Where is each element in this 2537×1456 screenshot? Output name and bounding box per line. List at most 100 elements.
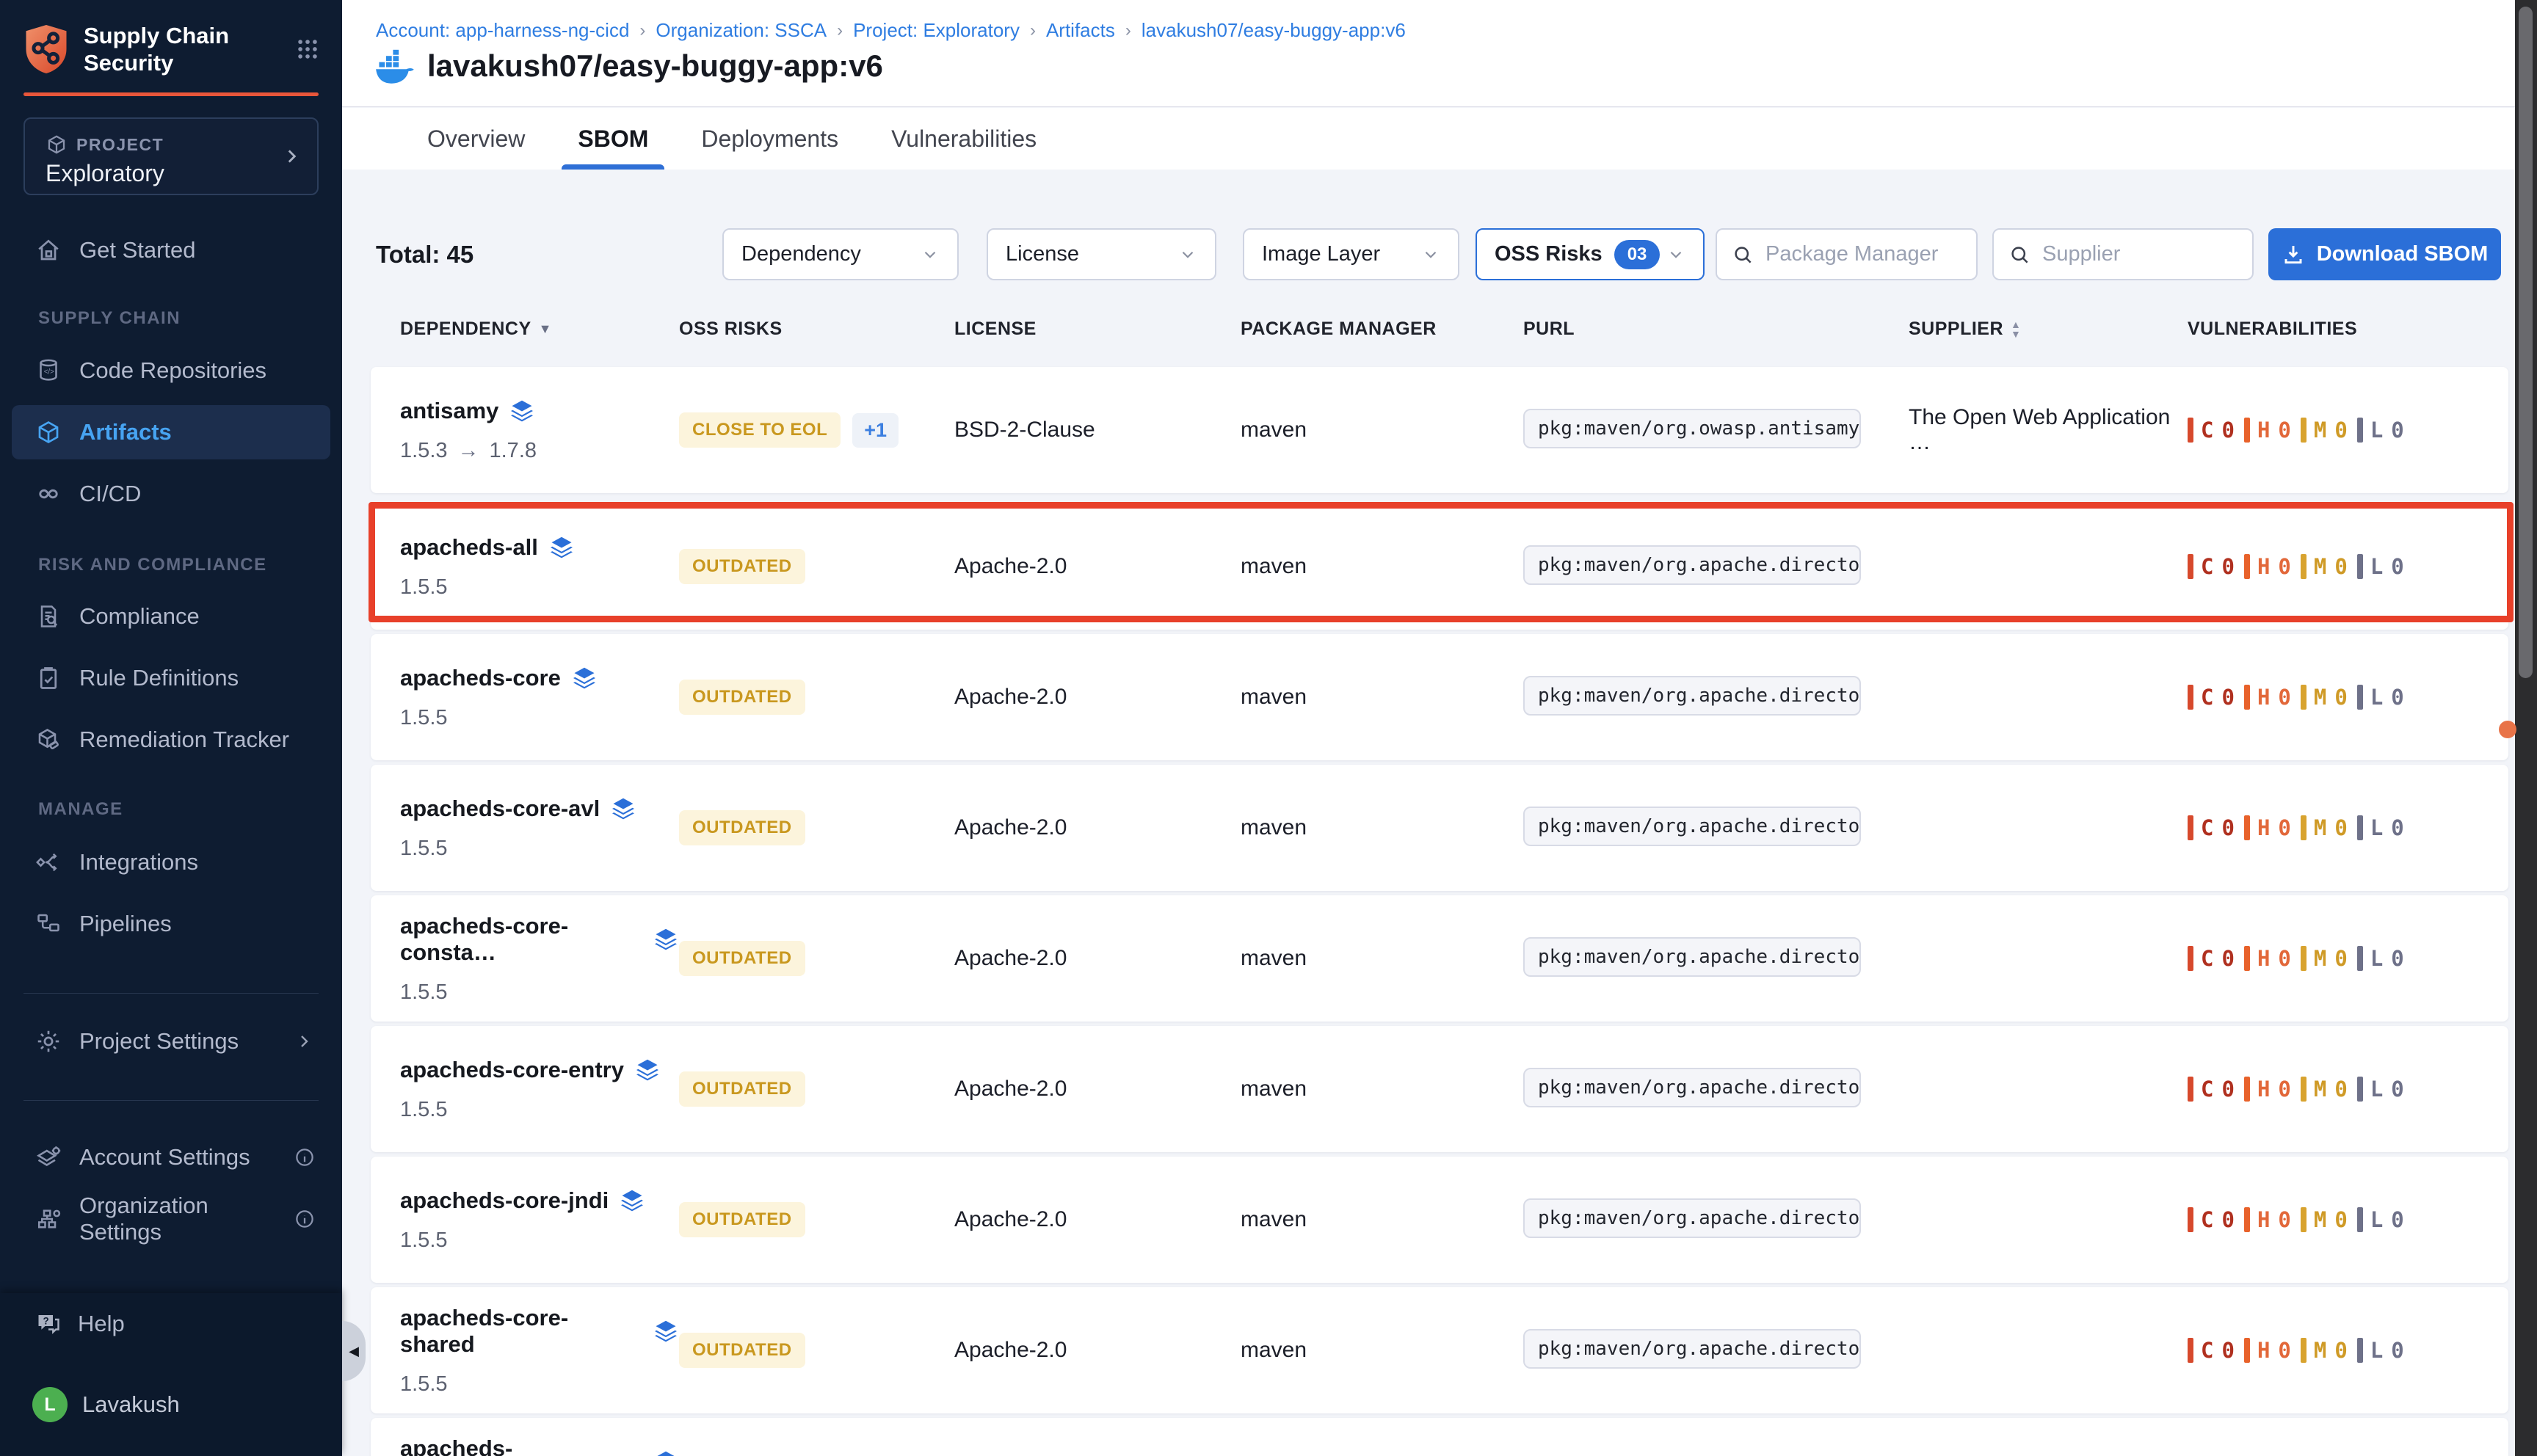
license-value: Apache-2.0 bbox=[954, 554, 1241, 579]
table-row-apacheds-core-shared[interactable]: apacheds-core-shared1.5.5OUTDATEDApache-… bbox=[371, 1287, 2508, 1413]
breadcrumb-link-1[interactable]: Organization: SSCA bbox=[656, 19, 827, 42]
package-manager-search-input[interactable] bbox=[1764, 241, 1961, 267]
sidebar-item-ci-cd[interactable]: CI/CD bbox=[0, 467, 342, 521]
package-manager-value: maven bbox=[1241, 685, 1523, 710]
vulnerability-counts: C0H0M0L0 bbox=[2188, 815, 2508, 840]
tab-sbom[interactable]: SBOM bbox=[578, 108, 648, 170]
license-filter-dropdown[interactable]: License bbox=[987, 228, 1216, 280]
tab-deployments[interactable]: Deployments bbox=[701, 108, 838, 170]
table-row-apacheds-core-jndi[interactable]: apacheds-core-jndi1.5.5OUTDATEDApache-2.… bbox=[371, 1157, 2508, 1283]
oss-risk-badge-outdated: OUTDATED bbox=[679, 1071, 805, 1107]
severity-bar bbox=[2188, 418, 2193, 443]
supplier-search-input[interactable] bbox=[2041, 241, 2237, 267]
sidebar-item-integrations[interactable]: Integrations bbox=[0, 835, 342, 889]
license-filter-label: License bbox=[1006, 242, 1079, 266]
chevron-down-icon bbox=[1421, 245, 1440, 264]
sidebar-item-rule-definitions[interactable]: Rule Definitions bbox=[0, 651, 342, 705]
table-row-apacheds-core-consta[interactable]: apacheds-core-consta…1.5.5OUTDATEDApache… bbox=[371, 895, 2508, 1022]
purl-chip[interactable]: pkg:maven/org.apache.directory.s… bbox=[1523, 1329, 1861, 1369]
dependency-name[interactable]: apacheds-core-shared bbox=[400, 1305, 642, 1358]
dependency-name[interactable]: apacheds-core-consta… bbox=[400, 913, 642, 966]
sidebar-item-compliance[interactable]: Compliance bbox=[0, 589, 342, 644]
sidebar-item-remediation-tracker[interactable]: Remediation Tracker bbox=[0, 713, 342, 767]
svg-text:?: ? bbox=[43, 1316, 49, 1327]
table-row-apacheds-core-entry[interactable]: apacheds-core-entry1.5.5OUTDATEDApache-2… bbox=[371, 1026, 2508, 1152]
purl-chip[interactable]: pkg:maven/org.apache.directory.s… bbox=[1523, 937, 1861, 977]
oss-risks-filter-dropdown[interactable]: OSS Risks 03 bbox=[1476, 228, 1705, 280]
severity-bar bbox=[2188, 1338, 2193, 1363]
version-from: 1.5.5 bbox=[400, 837, 448, 861]
vuln-h: H0 bbox=[2244, 418, 2292, 443]
col-oss-risks[interactable]: OSS RISKS bbox=[679, 318, 954, 340]
sidebar-item-artifacts[interactable]: Artifacts bbox=[12, 405, 330, 459]
col-license[interactable]: LICENSE bbox=[954, 318, 1241, 340]
severity-count: 0 bbox=[2221, 685, 2235, 710]
scrollbar-thumb[interactable] bbox=[2519, 7, 2533, 678]
severity-count: 0 bbox=[2391, 1338, 2404, 1363]
col-purl[interactable]: PURL bbox=[1523, 318, 1909, 340]
severity-letter: C bbox=[2201, 1338, 2214, 1363]
image-layer-filter-dropdown[interactable]: Image Layer bbox=[1243, 228, 1459, 280]
table-row-apacheds-core[interactable]: apacheds-core1.5.5OUTDATEDApache-2.0mave… bbox=[371, 634, 2508, 760]
breadcrumb-link-0[interactable]: Account: app-harness-ng-cicd bbox=[376, 19, 629, 42]
app-launcher-grid-icon[interactable] bbox=[295, 37, 320, 62]
sidebar-bottom: ? Help L Lavakush bbox=[0, 1293, 342, 1456]
sidebar-item-label: Code Repositories bbox=[79, 357, 266, 384]
table-row-apacheds-core-avl[interactable]: apacheds-core-avl1.5.5OUTDATEDApache-2.0… bbox=[371, 765, 2508, 891]
version-from: 1.5.5 bbox=[400, 1228, 448, 1253]
severity-letter: M bbox=[2314, 554, 2327, 579]
table-row-apacheds-interceptor[interactable]: apacheds-interceptor-…1.5.5OUTDATEDApach… bbox=[371, 1418, 2508, 1456]
user-menu[interactable]: L Lavakush bbox=[32, 1387, 180, 1422]
tab-vulnerabilities[interactable]: Vulnerabilities bbox=[891, 108, 1037, 170]
sidebar-item-project-settings[interactable]: Project Settings bbox=[0, 1014, 342, 1069]
version-to: 1.7.8 bbox=[490, 439, 537, 463]
dependency-filter-dropdown[interactable]: Dependency bbox=[722, 228, 959, 280]
vuln-h: H0 bbox=[2244, 1338, 2292, 1363]
sidebar-item-help[interactable]: ? Help bbox=[35, 1311, 125, 1337]
layers-icon bbox=[653, 926, 679, 953]
table-row-apacheds-all[interactable]: apacheds-all1.5.5OUTDATEDApache-2.0maven… bbox=[371, 503, 2508, 630]
purl-chip[interactable]: pkg:maven/org.apache.directory.s… bbox=[1523, 1068, 1861, 1107]
project-name: Exploratory bbox=[46, 160, 164, 187]
purl-chip[interactable]: pkg:maven/org.owasp.antisamy/ant… bbox=[1523, 409, 1861, 448]
col-vulnerabilities[interactable]: VULNERABILITIES bbox=[2188, 318, 2478, 340]
breadcrumb-link-3[interactable]: Artifacts bbox=[1046, 19, 1115, 42]
oss-risk-badge-1[interactable]: +1 bbox=[852, 413, 899, 448]
project-selector[interactable]: PROJECT Exploratory bbox=[23, 117, 319, 195]
purl-chip[interactable]: pkg:maven/org.apache.directory.s… bbox=[1523, 545, 1861, 585]
breadcrumb-link-2[interactable]: Project: Exploratory bbox=[853, 19, 1020, 42]
tab-overview[interactable]: Overview bbox=[427, 108, 525, 170]
dependency-name[interactable]: antisamy bbox=[400, 398, 498, 424]
dependency-name[interactable]: apacheds-core-entry bbox=[400, 1057, 624, 1083]
breadcrumb-link-4[interactable]: lavakush07/easy-buggy-app:v6 bbox=[1142, 19, 1406, 42]
col-package-manager[interactable]: PACKAGE MANAGER bbox=[1241, 318, 1523, 340]
dependency-name[interactable]: apacheds-core-jndi bbox=[400, 1187, 609, 1214]
dependency-name[interactable]: apacheds-all bbox=[400, 534, 538, 561]
dependency-name[interactable]: apacheds-core-avl bbox=[400, 796, 600, 822]
dependency-name[interactable]: apacheds-interceptor-… bbox=[400, 1435, 642, 1456]
sidebar-item-get-started[interactable]: Get Started bbox=[0, 223, 342, 277]
gear-icon bbox=[35, 1028, 62, 1055]
purl-chip[interactable]: pkg:maven/org.apache.directory.s… bbox=[1523, 807, 1861, 846]
vuln-l: L0 bbox=[2357, 418, 2405, 443]
sidebar-item-label: Organization Settings bbox=[79, 1193, 294, 1245]
purl-chip[interactable]: pkg:maven/org.apache.directory.s… bbox=[1523, 676, 1861, 716]
sidebar-item-pipelines[interactable]: Pipelines bbox=[0, 897, 342, 951]
sidebar-item-code-repositories[interactable]: </> Code Repositories bbox=[0, 343, 342, 398]
table-row-antisamy[interactable]: antisamy1.5.3→1.7.8CLOSE TO EOL+1BSD-2-C… bbox=[371, 367, 2508, 493]
col-supplier[interactable]: SUPPLIER▲▼ bbox=[1909, 318, 2188, 340]
download-sbom-button[interactable]: Download SBOM bbox=[2268, 228, 2501, 280]
sidebar-item-organization-settings[interactable]: Organization Settings bbox=[0, 1192, 342, 1246]
dependency-name[interactable]: apacheds-core bbox=[400, 665, 561, 691]
sidebar-item-account-settings[interactable]: Account Settings bbox=[0, 1130, 342, 1184]
col-dependency[interactable]: DEPENDENCY▼ bbox=[400, 318, 679, 340]
sidebar-item-label: Rule Definitions bbox=[79, 665, 239, 691]
severity-bar bbox=[2301, 554, 2306, 579]
svg-text:</>: </> bbox=[44, 368, 54, 376]
vuln-c: C0 bbox=[2188, 1207, 2235, 1232]
severity-bar bbox=[2244, 685, 2250, 710]
purl-chip[interactable]: pkg:maven/org.apache.directory.s… bbox=[1523, 1198, 1861, 1238]
vuln-c: C0 bbox=[2188, 554, 2235, 579]
severity-letter: L bbox=[2370, 554, 2384, 579]
scrollbar-track[interactable] bbox=[2515, 0, 2537, 1456]
